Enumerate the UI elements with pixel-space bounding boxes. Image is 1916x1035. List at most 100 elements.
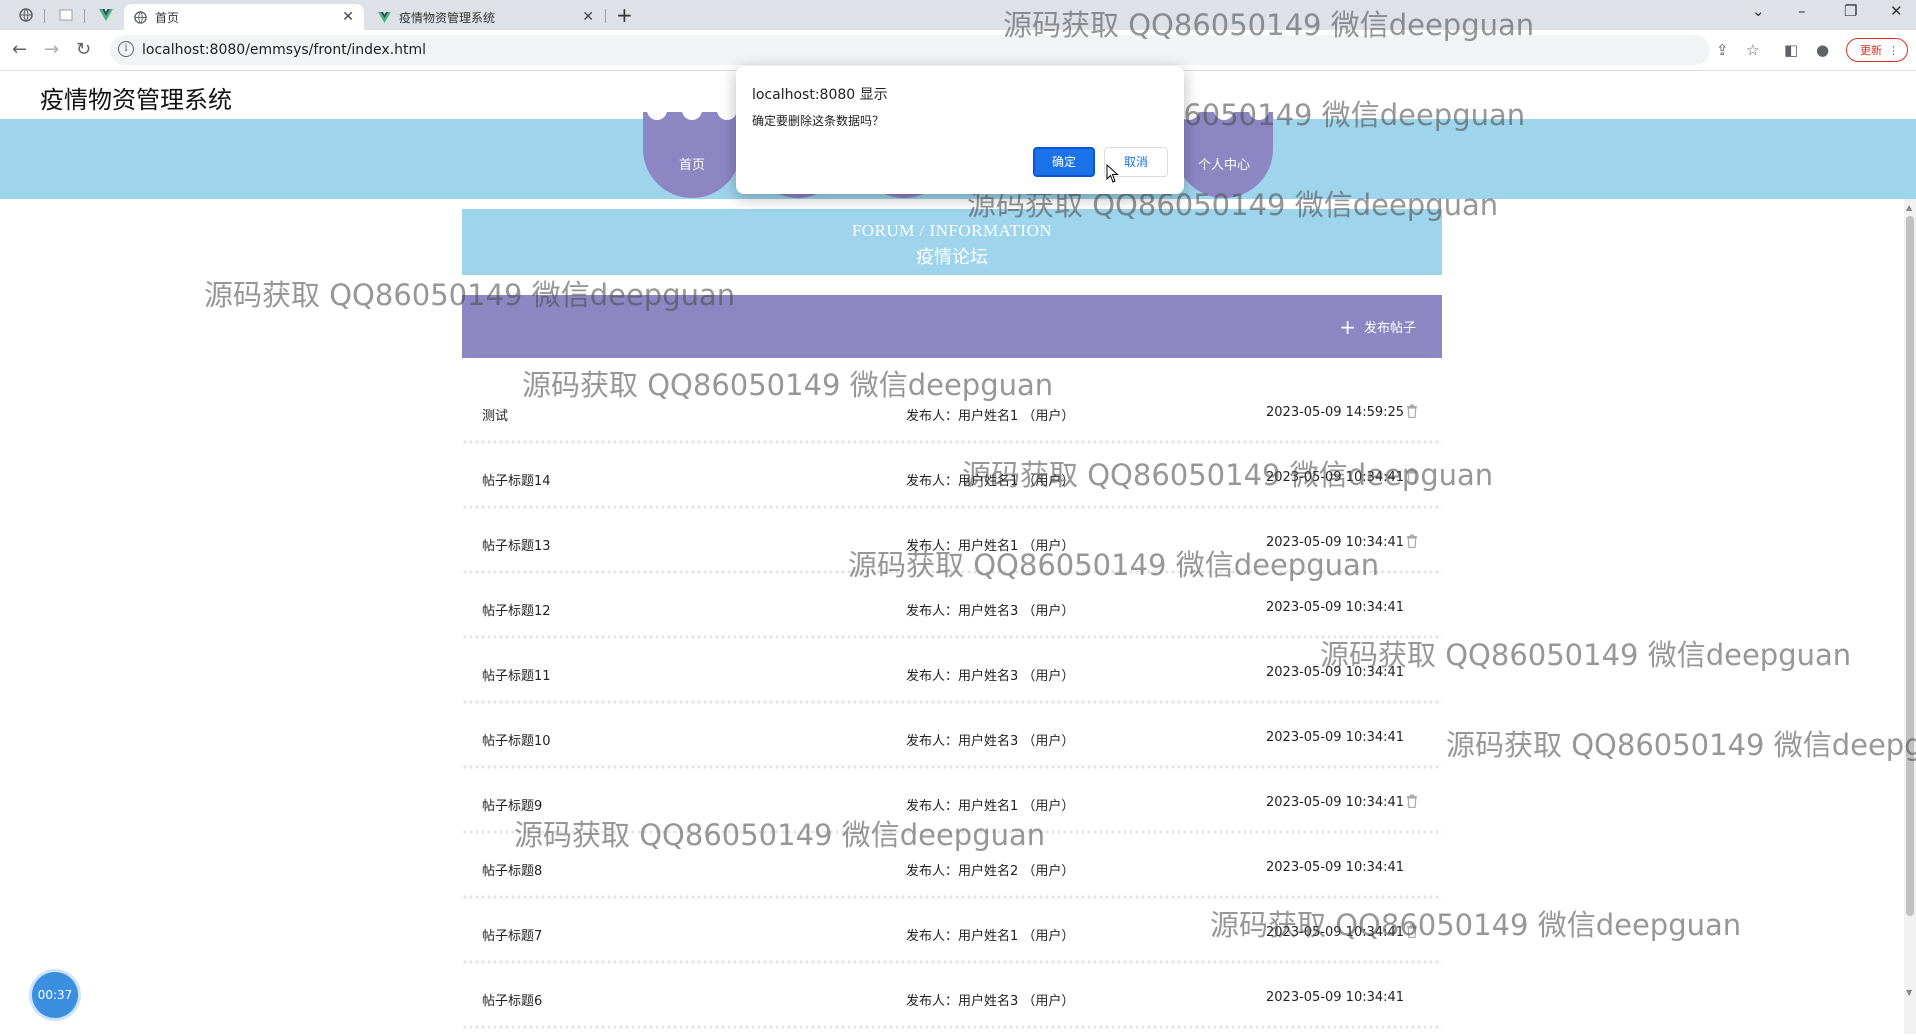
pinned-tab-blank[interactable] [54,5,78,25]
globe-icon [19,8,33,22]
tab-title: 疫情物资管理系统 [399,10,496,25]
recording-timer[interactable]: 00:37 [32,972,78,1018]
post-time: 2023-05-09 10:34:41 [1266,925,1405,940]
pinned-tab-vue[interactable] [94,5,118,25]
author-name: 用户姓名3 （用户） [958,734,1075,749]
post-time: 2023-05-09 14:59:25 [1266,405,1405,420]
author-prefix: 发布人： [906,994,959,1009]
post-title[interactable]: 帖子标题14 [482,470,551,489]
mouse-cursor-icon [1106,164,1119,183]
post-title[interactable]: 帖子标题7 [482,925,542,944]
forward-icon[interactable]: → [44,39,59,60]
author-prefix: 发布人： [906,604,959,619]
forum-row[interactable]: 帖子标题7 发布人：用户姓名1 （用户） 2023-05-09 10:34:41 [462,905,1442,970]
close-icon[interactable]: ✕ [342,9,354,25]
site-info-icon[interactable]: i [118,41,134,57]
author-name: 用户姓名1 （用户） [958,409,1075,424]
minimize-icon[interactable]: – [1798,2,1806,20]
update-label: 更新 [1860,44,1882,57]
browser-tab-strip: 首页 ✕ 疫情物资管理系统 ✕ + ⌄ – ❐ ✕ [0,0,1916,30]
tab-search-icon[interactable]: ⌄ [1752,2,1765,20]
post-title[interactable]: 帖子标题11 [482,665,551,684]
new-tab-icon[interactable]: + [616,3,633,27]
back-icon[interactable]: ← [12,39,27,60]
vue-logo-icon [378,11,391,23]
site-title: 疫情物资管理系统 [40,86,232,114]
delete-trash-icon[interactable] [1406,469,1418,483]
post-title[interactable]: 帖子标题13 [482,535,551,554]
post-title[interactable]: 测试 [482,405,508,424]
forum-row[interactable]: 帖子标题9 发布人：用户姓名1 （用户） 2023-05-09 10:34:41 [462,775,1442,840]
share-icon[interactable]: ⇪ [1716,41,1729,59]
author-prefix: 发布人： [906,929,959,944]
more-menu-icon[interactable]: ⋮ [1888,39,1899,63]
forum-row[interactable]: 帖子标题13 发布人：用户姓名1 （用户） 2023-05-09 10:34:41 [462,515,1442,580]
post-author: 发布人：用户姓名1 （用户） [906,405,1074,424]
blank-page-icon [59,9,73,21]
post-author: 发布人：用户姓名3 （用户） [906,990,1074,1009]
nav-label: 首页 [678,158,705,173]
author-name: 用户姓名2 （用户） [958,864,1075,879]
author-name: 用户姓名1 （用户） [958,799,1075,814]
globe-icon [134,10,147,24]
author-name: 用户姓名1 （用户） [958,474,1075,489]
forum-row[interactable]: 帖子标题11 发布人：用户姓名3 （用户） 2023-05-09 10:34:41 [462,645,1442,710]
author-name: 用户姓名1 （用户） [958,539,1075,554]
bookmark-star-icon[interactable]: ☆ [1746,41,1759,59]
scrollbar-thumb[interactable] [1906,216,1914,916]
tab-title: 首页 [155,10,180,25]
delete-trash-icon[interactable] [1406,534,1418,548]
post-author: 发布人：用户姓名1 （用户） [906,535,1074,554]
profile-avatar-icon[interactable]: ● [1816,41,1829,59]
dialog-title: localhost:8080 显示 [752,87,888,103]
author-name: 用户姓名1 （用户） [958,929,1075,944]
forum-row[interactable]: 帖子标题8 发布人：用户姓名2 （用户） 2023-05-09 10:34:41 [462,840,1442,905]
author-prefix: 发布人： [906,474,959,489]
tab-home[interactable]: 首页 ✕ [124,4,364,30]
post-title[interactable]: 帖子标题6 [482,990,542,1009]
author-name: 用户姓名3 （用户） [958,604,1075,619]
url-text[interactable]: localhost:8080/emmsys/front/index.html [142,42,426,58]
post-time: 2023-05-09 10:34:41 [1266,860,1405,875]
post-author: 发布人：用户姓名1 （用户） [906,795,1074,814]
confirm-ok-button[interactable]: 确定 [1033,147,1095,177]
post-time: 2023-05-09 10:34:41 [1266,600,1405,615]
forum-row[interactable]: 帖子标题14 发布人：用户姓名1 （用户） 2023-05-09 10:34:41 [462,450,1442,515]
banner-cn: 疫情论坛 [916,247,988,268]
scroll-up-arrow-icon[interactable]: ▲ [1906,203,1912,212]
post-time: 2023-05-09 10:34:41 [1266,795,1405,810]
author-prefix: 发布人： [906,409,959,424]
tab-system[interactable]: 疫情物资管理系统 ✕ [368,4,604,30]
delete-trash-icon[interactable] [1406,924,1418,938]
publish-post-button[interactable]: + 发布帖子 [1339,317,1416,337]
post-title[interactable]: 帖子标题10 [482,730,551,749]
forum-row[interactable]: 帖子标题6 发布人：用户姓名3 （用户） 2023-05-09 10:34:41 [462,970,1442,1035]
delete-trash-icon[interactable] [1406,794,1418,808]
close-icon[interactable]: ✕ [582,9,594,25]
reload-icon[interactable]: ↻ [76,39,91,60]
author-prefix: 发布人： [906,669,959,684]
scroll-down-arrow-icon[interactable]: ▼ [1906,988,1912,997]
vue-logo-icon [99,9,113,21]
forum-row[interactable]: 帖子标题10 发布人：用户姓名3 （用户） 2023-05-09 10:34:41 [462,710,1442,775]
publish-post-label: 发布帖子 [1363,321,1416,336]
forum-row[interactable]: 帖子标题12 发布人：用户姓名3 （用户） 2023-05-09 10:34:41 [462,580,1442,645]
post-author: 发布人：用户姓名1 （用户） [906,925,1074,944]
post-author: 发布人：用户姓名3 （用户） [906,665,1074,684]
side-panel-icon[interactable]: ◧ [1784,41,1798,59]
update-button[interactable]: 更新 ⋮ [1846,38,1908,62]
delete-trash-icon[interactable] [1406,404,1418,418]
window-close-icon[interactable]: ✕ [1890,2,1903,20]
author-prefix: 发布人： [906,734,959,749]
post-title[interactable]: 帖子标题12 [482,600,551,619]
post-title[interactable]: 帖子标题8 [482,860,542,879]
author-prefix: 发布人： [906,799,959,814]
forum-list: 测试 发布人：用户姓名1 （用户） 2023-05-09 14:59:25 帖子标题1… [462,385,1442,1035]
post-author: 发布人：用户姓名2 （用户） [906,860,1074,879]
pinned-tab-globe[interactable] [14,5,38,25]
forum-row[interactable]: 测试 发布人：用户姓名1 （用户） 2023-05-09 14:59:25 [462,385,1442,450]
restore-icon[interactable]: ❐ [1844,2,1857,20]
post-title[interactable]: 帖子标题9 [482,795,542,814]
author-prefix: 发布人： [906,864,959,879]
post-time: 2023-05-09 10:34:41 [1266,535,1405,550]
